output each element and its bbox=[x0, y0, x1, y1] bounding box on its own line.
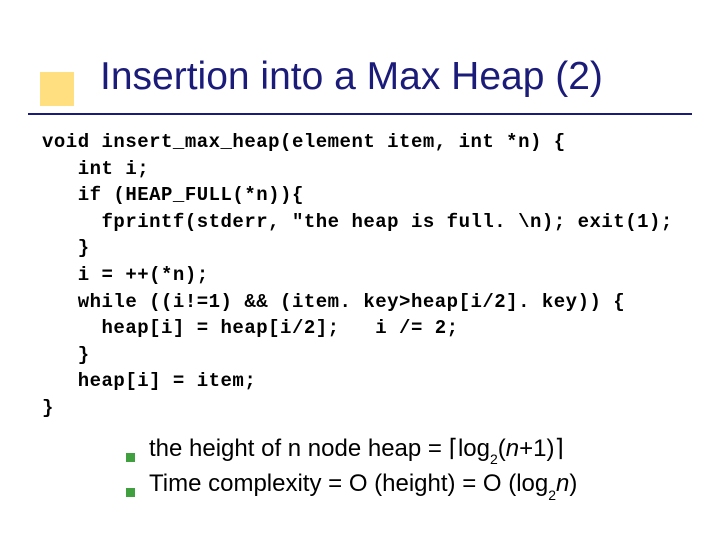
bullet1-n: n bbox=[506, 435, 519, 462]
slide: Insertion into a Max Heap (2) void inser… bbox=[0, 0, 720, 540]
bullet2-text1: Time complexity = O (height) = O (log bbox=[149, 470, 548, 497]
bullet1-base: 2 bbox=[490, 451, 498, 467]
title-underline bbox=[28, 113, 692, 115]
bullet1-plus: +1) bbox=[519, 435, 554, 462]
bullet2-n: n bbox=[556, 470, 569, 497]
bullet-list: the height of n node heap = ⌈log2(n+1)⌉ … bbox=[126, 434, 720, 501]
list-item: Time complexity = O (height) = O (log2n) bbox=[126, 470, 720, 500]
bullet2-rparen: ) bbox=[569, 470, 577, 497]
slide-title: Insertion into a Max Heap (2) bbox=[100, 55, 720, 99]
ceil-right-icon: ⌉ bbox=[555, 436, 564, 462]
bullet-text-height: the height of n node heap = ⌈log2(n+1)⌉ bbox=[149, 434, 564, 465]
bullet1-log: log bbox=[458, 435, 490, 462]
bullet-icon bbox=[126, 488, 135, 497]
accent-square-icon bbox=[40, 72, 74, 106]
code-listing: void insert_max_heap(element item, int *… bbox=[42, 129, 720, 422]
list-item: the height of n node heap = ⌈log2(n+1)⌉ bbox=[126, 434, 720, 465]
bullet1-prefix: the height of n node heap = bbox=[149, 435, 449, 462]
bullet2-base: 2 bbox=[548, 487, 556, 503]
bullet-text-complexity: Time complexity = O (height) = O (log2n) bbox=[149, 470, 577, 500]
title-area: Insertion into a Max Heap (2) bbox=[0, 0, 720, 99]
ceil-left-icon: ⌈ bbox=[449, 436, 458, 462]
bullet1-lparen: ( bbox=[498, 435, 506, 462]
bullet-icon bbox=[126, 453, 135, 462]
